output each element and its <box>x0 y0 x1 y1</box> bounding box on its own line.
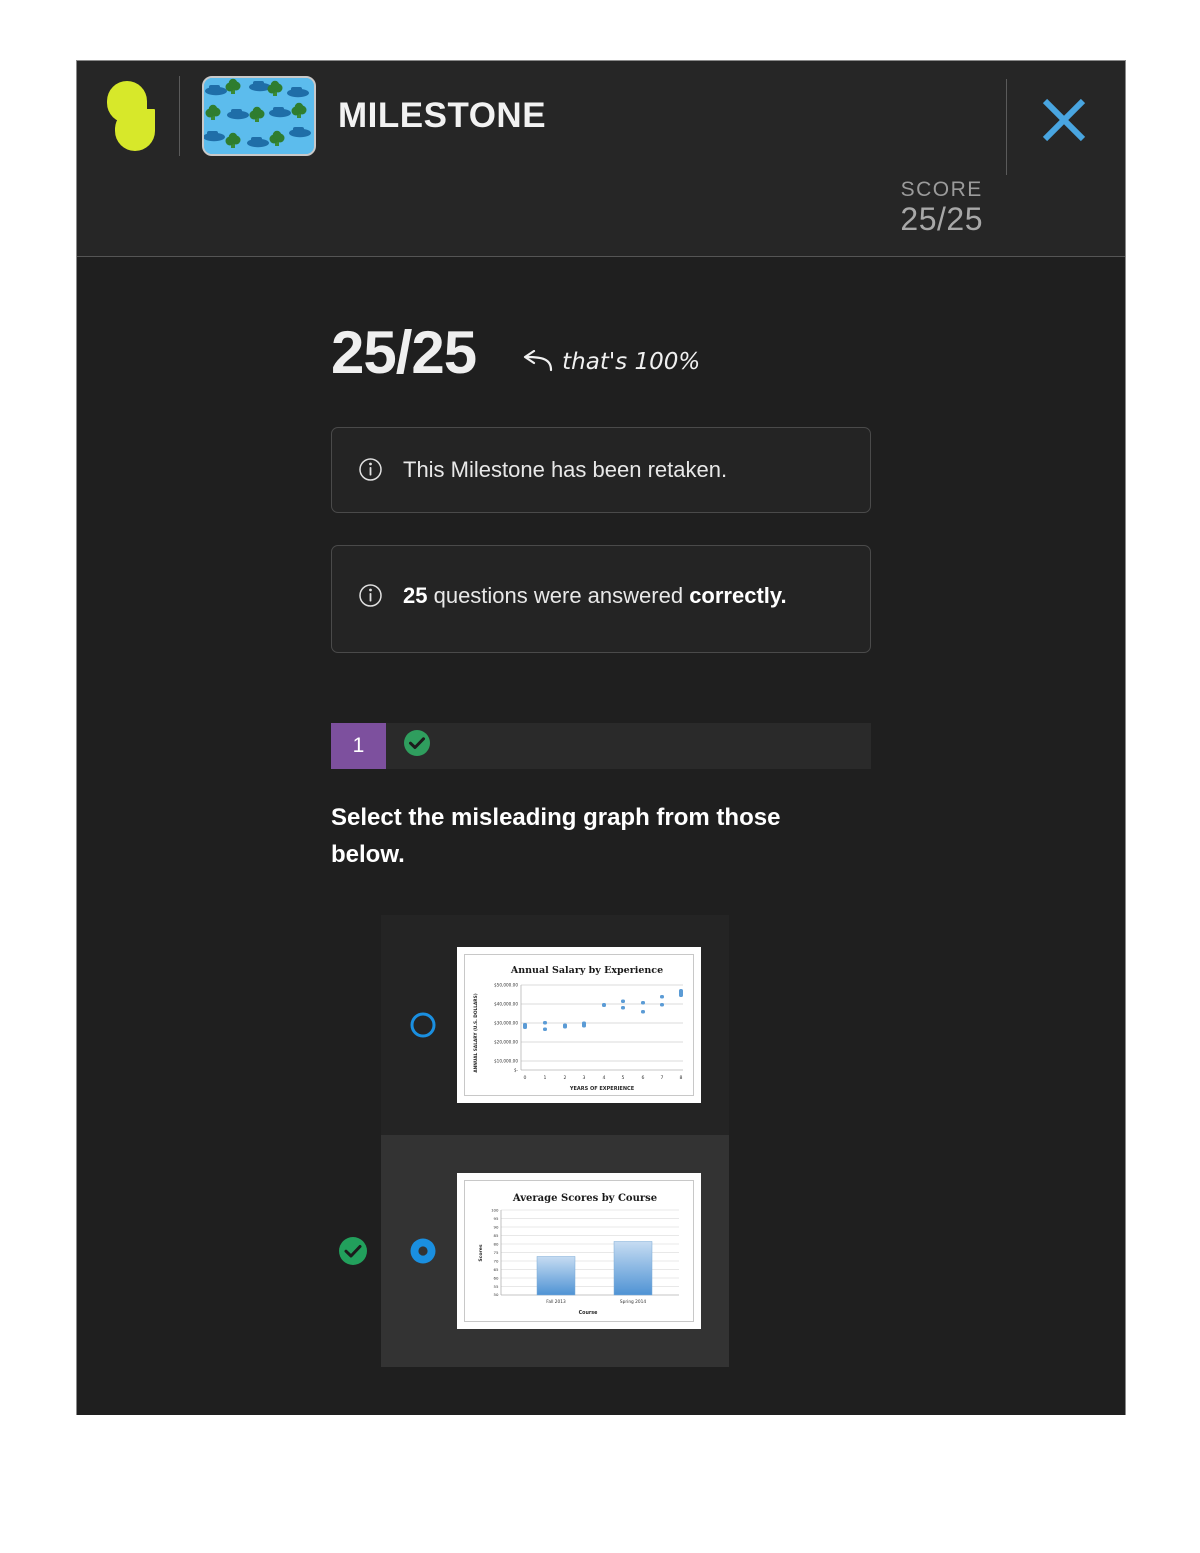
correct-count-mid: questions were answered <box>427 582 690 608</box>
question-number-badge: 1 <box>331 722 386 769</box>
svg-text:95: 95 <box>494 1216 499 1221</box>
big-score-row: 25/25 that's 100% <box>331 323 1125 383</box>
svg-text:Fall 2013: Fall 2013 <box>546 1299 566 1305</box>
svg-text:1: 1 <box>544 1075 547 1081</box>
scatter-chart-annual-salary-by-experience: Annual Salary by Experience ANNUAL SALAR… <box>464 954 694 1097</box>
radio-selected-icon[interactable] <box>409 1237 437 1265</box>
svg-text:Average Scores by Course: Average Scores by Course <box>512 1193 657 1204</box>
correct-count-suffix: correctly. <box>689 582 787 608</box>
svg-text:5: 5 <box>622 1075 625 1081</box>
svg-text:$20,000.00: $20,000.00 <box>494 1040 518 1045</box>
svg-text:80: 80 <box>494 1242 499 1247</box>
header-right-divider <box>1006 79 1007 175</box>
question-prompt: Select the misleading graph from those b… <box>331 803 781 868</box>
svg-text:2: 2 <box>564 1075 567 1081</box>
svg-text:7: 7 <box>661 1075 664 1081</box>
results-content-column: 25/25 that's 100% This Milestone has bee… <box>77 257 1125 1368</box>
svg-text:Annual Salary by Experience: Annual Salary by Experience <box>510 965 663 976</box>
svg-text:75: 75 <box>494 1250 499 1255</box>
info-circle-icon <box>358 583 383 608</box>
svg-text:50: 50 <box>494 1292 499 1297</box>
page-title: MILESTONE <box>338 96 547 135</box>
svg-text:8: 8 <box>680 1075 683 1081</box>
answer-option-1[interactable]: Annual Salary by Experience ANNUAL SALAR… <box>381 915 729 1136</box>
course-thumbnail-cars-trees-pattern <box>202 76 316 156</box>
option-2-figure: Average Scores by Course Scores 100 95 9… <box>457 1173 701 1330</box>
svg-text:65: 65 <box>494 1267 499 1272</box>
sophia-leaf-logo[interactable] <box>101 77 161 155</box>
big-score-value: 25/25 <box>331 319 477 386</box>
info-circle-icon <box>358 457 383 482</box>
notice-retaken: This Milestone has been retaken. <box>331 427 871 513</box>
svg-text:$30,000.00: $30,000.00 <box>494 1021 518 1026</box>
svg-text:Spring 2014: Spring 2014 <box>620 1299 646 1305</box>
answer-option-2[interactable]: Average Scores by Course Scores 100 95 9… <box>339 1135 729 1368</box>
milestone-results-page: MILESTONE SCORE 25/25 25/25 that's 100% … <box>76 60 1126 1416</box>
svg-text:6: 6 <box>642 1075 645 1081</box>
notice-correct-count: 25 questions were answered correctly. <box>331 544 871 653</box>
notice-retaken-text: This Milestone has been retaken. <box>403 457 728 482</box>
svg-text:Scores: Scores <box>478 1244 484 1262</box>
score-value: 25/25 <box>900 201 983 238</box>
header-left-divider <box>179 76 180 156</box>
check-circle-icon <box>402 728 432 763</box>
svg-text:60: 60 <box>494 1276 499 1281</box>
svg-text:ANNUAL SALARY (U.S. DOLLARS): ANNUAL SALARY (U.S. DOLLARS) <box>473 993 479 1072</box>
svg-text:90: 90 <box>494 1225 499 1230</box>
svg-text:4: 4 <box>603 1075 606 1081</box>
svg-text:YEARS OF EXPERIENCE: YEARS OF EXPERIENCE <box>569 1086 635 1092</box>
percent-note: that's 100% <box>520 349 700 383</box>
svg-text:$10,000.00: $10,000.00 <box>494 1059 518 1064</box>
question-header-bar: 1 <box>331 722 871 769</box>
close-icon[interactable] <box>1033 89 1095 151</box>
correct-count-number: 25 <box>403 582 428 608</box>
svg-text:$40,000.00: $40,000.00 <box>494 1002 518 1007</box>
svg-text:3: 3 <box>583 1075 586 1081</box>
option-1-figure: Annual Salary by Experience ANNUAL SALAR… <box>457 947 701 1104</box>
svg-text:$-: $- <box>514 1068 519 1073</box>
header-top-row: MILESTONE <box>77 61 1125 171</box>
svg-text:$50,000.00: $50,000.00 <box>494 983 518 988</box>
svg-text:85: 85 <box>494 1233 499 1238</box>
page-bottom-whitespace <box>0 1415 1200 1553</box>
curved-left-arrow-icon <box>520 350 554 374</box>
score-label: SCORE <box>900 178 983 201</box>
results-body: 25/25 that's 100% This Milestone has bee… <box>77 257 1125 1368</box>
svg-text:Course: Course <box>579 1310 598 1316</box>
check-circle-icon <box>337 1235 369 1267</box>
radio-unselected-icon[interactable] <box>409 1011 437 1039</box>
svg-text:55: 55 <box>494 1284 499 1289</box>
header-score: SCORE 25/25 <box>900 178 983 238</box>
svg-text:70: 70 <box>494 1259 499 1264</box>
answer-options-list: Annual Salary by Experience ANNUAL SALAR… <box>339 915 729 1368</box>
svg-text:100: 100 <box>491 1208 499 1213</box>
notice-correct-count-text: 25 questions were answered correctly. <box>403 580 787 612</box>
percent-note-text: that's 100% <box>562 349 701 375</box>
page-header: MILESTONE SCORE 25/25 <box>77 61 1125 257</box>
svg-text:0: 0 <box>524 1075 527 1081</box>
bar-chart-average-scores-by-course: Average Scores by Course Scores 100 95 9… <box>464 1180 694 1323</box>
